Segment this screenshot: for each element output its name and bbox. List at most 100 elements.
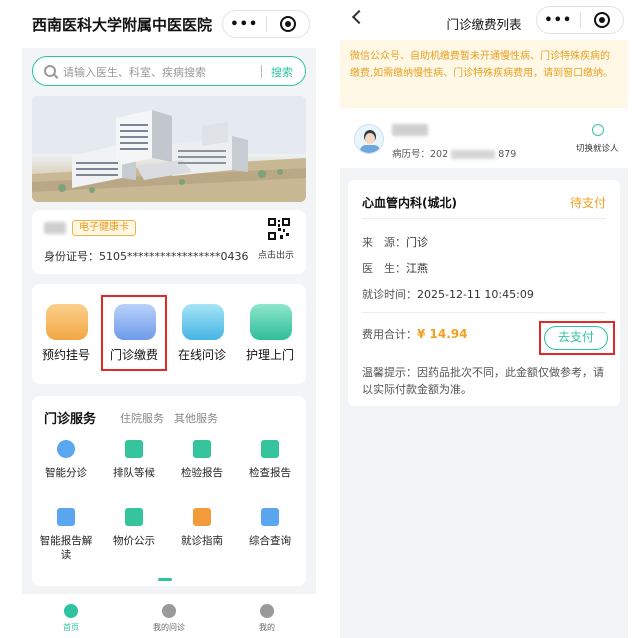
exam-report-icon: [261, 440, 279, 458]
mini-program-capsule: •••: [222, 10, 310, 38]
queue-icon: [125, 440, 143, 458]
close-mini-program-button[interactable]: [580, 12, 623, 28]
switch-patient-button[interactable]: 切换就诊人: [576, 142, 619, 154]
doctor-chat-icon: [182, 304, 224, 340]
mini-program-capsule: •••: [536, 6, 624, 34]
more-menu-button[interactable]: •••: [223, 17, 266, 32]
patient-name-blurred: [44, 222, 66, 234]
record-number-blurred: [451, 150, 496, 159]
service-label: 检验报告: [181, 467, 223, 479]
person-icon: [57, 440, 75, 458]
quick-actions-card: 预约挂号 门诊缴费 在线问诊 护理上门: [32, 284, 306, 384]
quick-action-home-nursing[interactable]: 护理上门: [236, 284, 304, 384]
tab-profile[interactable]: 我的: [218, 594, 316, 638]
tab-other-services[interactable]: 其他服务: [174, 410, 218, 426]
service-label: 检查报告: [249, 467, 291, 479]
visit-time-row: 就诊时间：2025-12-11 10:45:09: [362, 286, 534, 302]
search-icon: [44, 65, 56, 77]
health-card[interactable]: 电子健康卡 身份证号：5105*****************0436 点击出…: [32, 210, 306, 274]
switch-patient-icon[interactable]: [592, 124, 604, 136]
service-report-interpretation[interactable]: 智能报告解读: [32, 508, 100, 568]
search-input[interactable]: 请输入医生、科室、疾病搜索: [63, 64, 206, 80]
hospital-banner-image[interactable]: [32, 96, 306, 202]
quick-action-online-consult[interactable]: 在线问诊: [168, 284, 236, 384]
tab-label: 我的: [259, 623, 275, 632]
source-row: 来 源：门诊: [362, 234, 428, 250]
service-label: 排队等候: [113, 467, 155, 479]
service-lab-report[interactable]: 检验报告: [168, 440, 236, 500]
health-card-tag: 电子健康卡: [72, 220, 136, 236]
divider: [362, 218, 606, 219]
service-price-list[interactable]: 物价公示: [100, 508, 168, 568]
quick-action-label: 预约挂号: [41, 348, 90, 362]
home-icon: [64, 604, 78, 618]
medical-record-number: 病历号：202 879: [392, 146, 516, 160]
total-fee-amount: ¥ 14.94: [417, 327, 468, 341]
quick-action-label: 在线问诊: [177, 348, 226, 362]
tab-inpatient-services[interactable]: 住院服务: [120, 410, 164, 426]
service-label: 物价公示: [113, 535, 155, 547]
visit-time-label: 就诊时间：: [362, 288, 417, 301]
tab-label: 首页: [63, 623, 79, 632]
calendar-icon: [46, 304, 88, 340]
highlight-pay-button: [539, 321, 615, 355]
nurse-icon: [250, 304, 292, 340]
report-card-icon: [57, 508, 75, 526]
total-fee-row: 费用合计：¥ 14.94: [362, 326, 467, 342]
source-value: 门诊: [406, 236, 428, 249]
total-fee-label: 费用合计：: [362, 328, 417, 341]
qr-code-icon[interactable]: [268, 218, 290, 240]
doctor-label: 医 生：: [362, 262, 406, 275]
id-number: 身份证号：5105*****************0436: [44, 250, 249, 263]
patient-name-blurred: [392, 124, 428, 136]
record-number-prefix: 病历号：202: [392, 149, 449, 160]
bill-card: 心血管内科(城北) 待支付 来 源：门诊 医 生：江燕 就诊时间：2025-12…: [348, 180, 620, 406]
tab-outpatient-services[interactable]: 门诊服务: [44, 408, 96, 427]
search-button[interactable]: 搜索: [271, 64, 293, 80]
service-label: 就诊指南: [181, 535, 223, 547]
doctor-value: 江燕: [406, 262, 428, 275]
source-label: 来 源：: [362, 236, 406, 249]
quick-action-appointment[interactable]: 预约挂号: [32, 284, 100, 384]
show-qr-hint[interactable]: 点击出示: [258, 248, 294, 261]
close-mini-program-button[interactable]: [266, 16, 309, 32]
more-menu-button[interactable]: •••: [537, 13, 580, 28]
visit-time-value: 2025-12-11 10:45:09: [417, 288, 534, 301]
highlight-outpatient-payment: [101, 295, 167, 371]
payment-top-bar: 门诊缴费列表 •••: [340, 0, 628, 40]
compass-icon: [193, 508, 211, 526]
home-screen: 西南医科大学附属中医医院 ••• 请输入医生、科室、疾病搜索 搜索 电子健康卡 …: [22, 0, 316, 638]
service-label: 智能报告解读: [39, 535, 93, 561]
chat-bubble-icon: [162, 604, 176, 618]
screenshot-stage: 西南医科大学附属中医医院 ••• 请输入医生、科室、疾病搜索 搜索 电子健康卡 …: [0, 0, 640, 638]
target-icon: [593, 12, 610, 28]
tab-my-consultations[interactable]: 我的问诊: [120, 594, 218, 638]
service-label: 智能分诊: [45, 467, 87, 479]
price-list-icon: [125, 508, 143, 526]
service-general-query[interactable]: 综合查询: [236, 508, 304, 568]
services-card: 门诊服务 住院服务 其他服务 智能分诊 排队等候 检验报告 检查报告 智能报告解…: [32, 396, 306, 586]
search-divider: [261, 65, 262, 78]
service-queue[interactable]: 排队等候: [100, 440, 168, 500]
service-visit-guide[interactable]: 就诊指南: [168, 508, 236, 568]
service-smart-triage[interactable]: 智能分诊: [32, 440, 100, 500]
avatar: [354, 124, 384, 154]
doctor-row: 医 生：江燕: [362, 260, 428, 276]
warm-tip: 温馨提示：因药品批次不同，此金额仅做参考，请以实际付款金额为准。: [362, 366, 604, 396]
payment-list-screen: 门诊缴费列表 ••• 微信公众号、自助机缴费暂未开通慢性病、门诊特殊疾病的缴费,…: [340, 0, 628, 638]
hospital-building-illustration: [32, 96, 306, 202]
target-icon: [279, 16, 296, 32]
grid-apps-icon: [261, 508, 279, 526]
lab-report-icon: [193, 440, 211, 458]
hospital-title: 西南医科大学附属中医医院: [32, 16, 213, 34]
service-exam-report[interactable]: 检查报告: [236, 440, 304, 500]
leaf-icon: [260, 604, 274, 618]
search-bar[interactable]: 请输入医生、科室、疾病搜索 搜索: [32, 56, 306, 86]
status-badge: 待支付: [569, 196, 606, 210]
quick-action-label: 护理上门: [245, 348, 294, 362]
tab-home[interactable]: 首页: [22, 594, 120, 638]
service-label: 综合查询: [249, 535, 291, 547]
page-indicator: [158, 578, 172, 581]
department-name: 心血管内科(城北): [362, 196, 457, 210]
home-top-bar: 西南医科大学附属中医医院 •••: [22, 0, 316, 48]
